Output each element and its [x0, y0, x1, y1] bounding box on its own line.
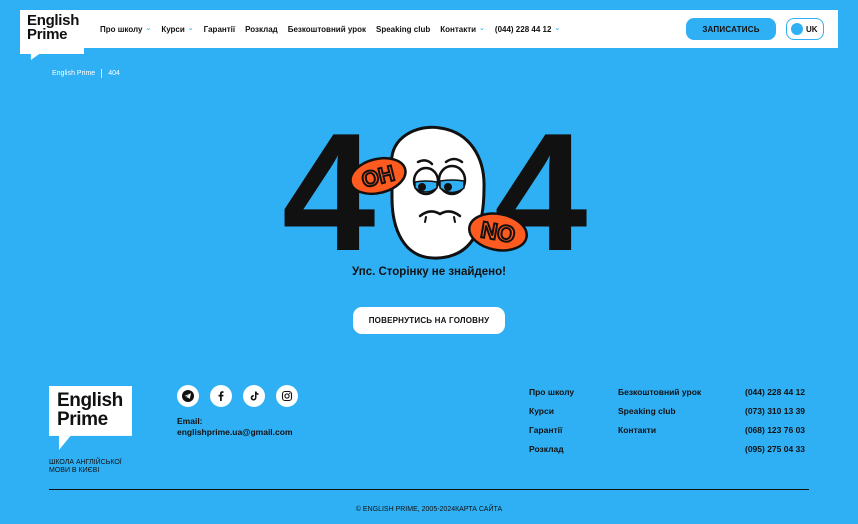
breadcrumb: English Prime 404	[52, 69, 120, 78]
footer-logo[interactable]: English Prime	[49, 386, 132, 450]
email-label: Email:	[177, 416, 203, 426]
header: English Prime Про школу ⌄ Курси ⌄ Гарантії…	[20, 10, 838, 60]
footer-link[interactable]: Безкоштовний урок	[618, 387, 701, 406]
footer-link[interactable]: Speaking club	[618, 406, 701, 425]
footer-tagline: ШКОЛА АНГЛІЙСЬКОЇ МОВИ В КИЄВІ	[49, 459, 122, 474]
footer-nav-col2: Безкоштовний урок Speaking club Контакти	[618, 387, 701, 444]
nav-item-free-lesson[interactable]: Безкоштовний урок	[288, 25, 366, 34]
phone-link[interactable]: (095) 275 04 33	[745, 444, 805, 463]
footer-logo-line2: Prime	[57, 409, 108, 430]
chevron-down-icon: ⌄	[145, 25, 152, 32]
nav-item-about[interactable]: Про школу ⌄	[100, 25, 151, 34]
footer-nav-col1: Про школу Курси Гарантії Розклад	[529, 387, 574, 463]
facebook-icon[interactable]	[210, 385, 232, 407]
nav-item-schedule[interactable]: Розклад	[245, 25, 278, 34]
chevron-down-icon: ⌄	[554, 25, 561, 32]
nav-item-contacts[interactable]: Контакти ⌄	[440, 25, 485, 34]
signup-button[interactable]: ЗАПИСАТИСЬ	[686, 18, 776, 40]
footer-link[interactable]: Гарантії	[529, 425, 574, 444]
nav-item-guarantees[interactable]: Гарантії	[204, 25, 235, 34]
phone-link[interactable]: (068) 123 76 03	[745, 425, 805, 444]
main-nav: Про школу ⌄ Курси ⌄ Гарантії Розклад Безко…	[100, 10, 570, 48]
language-label: UK	[806, 24, 818, 34]
language-switcher[interactable]: UK	[786, 18, 824, 40]
breadcrumb-separator	[101, 69, 103, 78]
nav-item-speaking-club[interactable]: Speaking club	[376, 25, 430, 34]
footer-phones: (044) 228 44 12 (073) 310 13 39 (068) 12…	[745, 387, 805, 463]
nav-item-phone[interactable]: (044) 228 44 12 ⌄	[495, 25, 560, 34]
email-link[interactable]: englishprime.ua@gmail.com	[177, 427, 293, 437]
phone-link[interactable]: (073) 310 13 39	[745, 406, 805, 425]
tiktok-icon[interactable]	[243, 385, 265, 407]
error-message: Упс. Сторінку не знайдено!	[352, 266, 506, 278]
footer-divider	[49, 489, 809, 490]
breadcrumb-current: 404	[108, 70, 120, 77]
logo[interactable]: English Prime	[20, 10, 84, 60]
footer-link[interactable]: Контакти	[618, 425, 701, 444]
error-404-illustration: 4 4 OH NO	[282, 118, 587, 268]
footer-link[interactable]: Розклад	[529, 444, 574, 463]
logo-line2: Prime	[27, 26, 68, 43]
chevron-down-icon: ⌄	[479, 25, 485, 32]
social-links	[177, 385, 298, 407]
chevron-down-icon: ⌄	[187, 25, 194, 32]
sad-face-icon	[390, 125, 486, 260]
language-toggle-icon	[791, 23, 803, 35]
footer-logo-line1: English	[57, 390, 123, 411]
footer-link[interactable]: Про школу	[529, 387, 574, 406]
breadcrumb-home[interactable]: English Prime	[52, 70, 95, 77]
back-home-button[interactable]: ПОВЕРНУТИСЬ НА ГОЛОВНУ	[353, 307, 505, 334]
instagram-icon[interactable]	[276, 385, 298, 407]
footer-link[interactable]: Курси	[529, 406, 574, 425]
telegram-icon[interactable]	[177, 385, 199, 407]
phone-link[interactable]: (044) 228 44 12	[745, 387, 805, 406]
nav-item-courses[interactable]: Курси ⌄	[161, 25, 193, 34]
copyright: © ENGLISH PRIME, 2005-2024КАРТА САЙТА	[355, 506, 503, 513]
